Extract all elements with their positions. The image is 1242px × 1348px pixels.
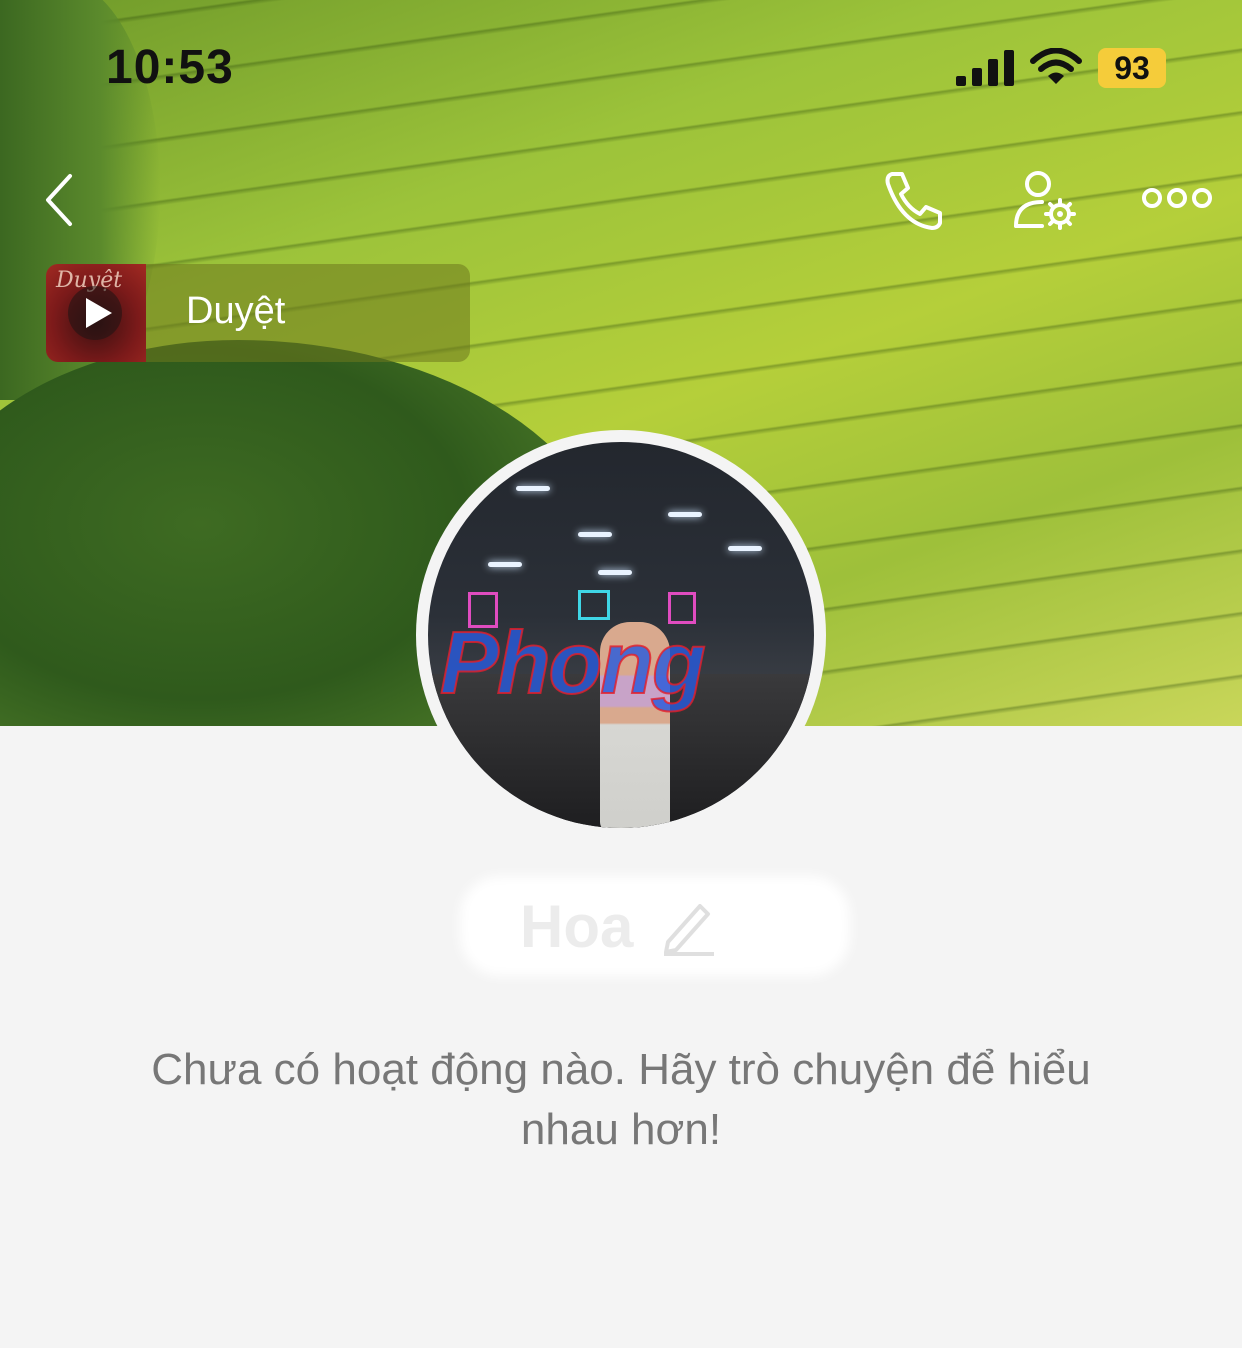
play-icon[interactable] bbox=[68, 286, 122, 340]
more-horizontal-icon bbox=[1142, 188, 1212, 208]
music-album-art: Duyệt bbox=[46, 264, 146, 362]
battery-indicator: 93 bbox=[1098, 48, 1166, 88]
avatar-ceiling-light bbox=[598, 570, 632, 575]
user-settings-icon bbox=[1014, 171, 1076, 230]
avatar-ceiling-light bbox=[668, 512, 702, 517]
profile-music-card[interactable]: Duyệt Duyệt bbox=[46, 264, 470, 362]
phone-icon bbox=[885, 172, 942, 230]
avatar-ceiling-light bbox=[728, 546, 762, 551]
back-button[interactable] bbox=[40, 170, 84, 230]
wifi-icon bbox=[1030, 48, 1082, 84]
cellular-signal-icon bbox=[956, 50, 1014, 86]
avatar-ceiling-light bbox=[516, 486, 550, 491]
chevron-left-icon bbox=[46, 174, 72, 226]
profile-settings-button[interactable] bbox=[1012, 168, 1080, 232]
avatar-watermark: Phong bbox=[439, 612, 707, 713]
name-redaction bbox=[460, 876, 850, 976]
pencil-icon[interactable] bbox=[660, 896, 716, 956]
avatar: Phong bbox=[428, 442, 814, 828]
call-button[interactable] bbox=[880, 168, 946, 230]
avatar-ceiling-light bbox=[488, 562, 522, 567]
status-time: 10:53 bbox=[106, 41, 234, 94]
more-options-button[interactable] bbox=[1140, 180, 1214, 216]
empty-activity-message: Chưa có hoạt động nào. Hãy trò chuyện để… bbox=[151, 1045, 1091, 1154]
avatar-frame[interactable]: Phong bbox=[416, 430, 826, 840]
music-title: Duyệt bbox=[186, 290, 286, 332]
avatar-ceiling-light bbox=[578, 532, 612, 537]
profile-name: Hoa bbox=[520, 893, 634, 960]
